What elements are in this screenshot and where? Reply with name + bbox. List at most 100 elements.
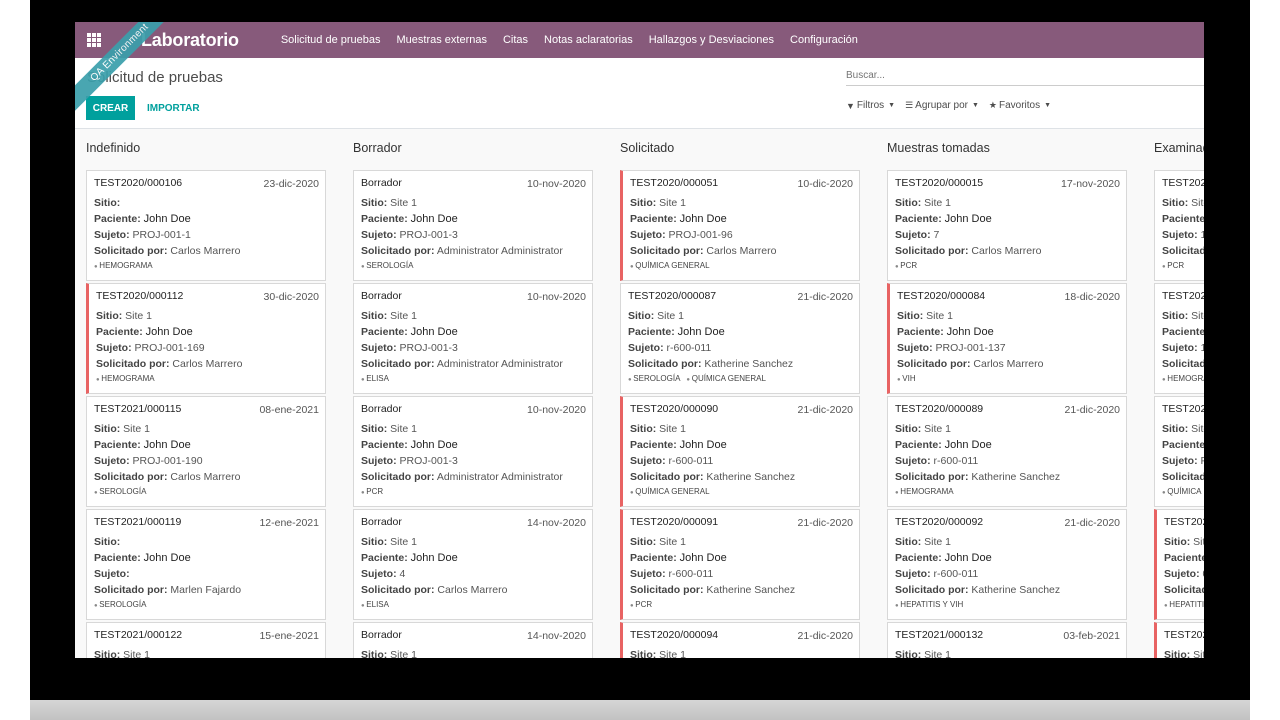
- field-label: Sitio:: [1162, 197, 1189, 209]
- card-tags: PCR: [361, 487, 389, 496]
- field-label: Paciente:: [630, 552, 677, 564]
- menu-item-solicitud-pruebas[interactable]: Solicitud de pruebas: [273, 34, 389, 46]
- card-reference: TEST2020/000094: [630, 629, 719, 641]
- search-input[interactable]: [846, 66, 1204, 86]
- kanban-card[interactable]: TEST2020/000024 Sitio: Site 1 Paciente: Jo…: [1154, 396, 1204, 507]
- kanban-card[interactable]: TEST2021/000132 03-feb-2021 Sitio: Site 1: [887, 622, 1127, 658]
- star-icon: ★: [988, 100, 997, 110]
- kanban-card[interactable]: TEST2020/000022 Sitio: Site 1 Paciente: Jo…: [1154, 283, 1204, 394]
- field-value: Administrator Administrator: [436, 358, 563, 370]
- card-field-requested-by: Solicitado por: Katherine Sanchez: [630, 584, 795, 596]
- field-value: 0: [1203, 568, 1204, 580]
- favorites-dropdown[interactable]: ★ Favoritos ▼: [989, 100, 1051, 111]
- field-label: Solicitado por:: [94, 245, 168, 257]
- kanban-card[interactable]: Borrador 14-nov-2020 Sitio: Site 1: [353, 622, 593, 658]
- app-brand[interactable]: Laboratorio: [141, 30, 239, 51]
- kanban-card[interactable]: TEST2020/000090 21-dic-2020 Sitio: Site 1 P…: [620, 396, 860, 507]
- kanban-card[interactable]: Borrador 10-nov-2020 Sitio: Site 1 Paciente…: [353, 396, 593, 507]
- field-label: Paciente:: [630, 213, 677, 225]
- card-reference: TEST2020/000106: [94, 177, 183, 189]
- filters-dropdown[interactable]: ▼ Filtros ▼: [846, 100, 895, 111]
- card-field-site: Sitio: Site 1: [630, 197, 686, 209]
- card-field-subject: Sujeto: PROJ-001-3: [361, 455, 458, 467]
- kanban-card[interactable]: TEST2020/000094 21-dic-2020 Sitio: Site 1: [620, 622, 860, 658]
- field-label: Solicitado por:: [895, 245, 969, 257]
- kanban-card[interactable]: Borrador 10-nov-2020 Sitio: Site 1 Paciente…: [353, 283, 593, 394]
- field-value: 7: [933, 229, 940, 241]
- field-label: Sujeto:: [361, 455, 397, 467]
- card-field-subject: Sujeto: 0: [1164, 568, 1204, 580]
- field-value: John Doe: [944, 439, 992, 451]
- field-value: John Doe: [679, 439, 727, 451]
- kanban-card[interactable]: TEST2020/000106 23-dic-2020 Sitio: Pacient…: [86, 170, 326, 281]
- field-value: r-600-011: [668, 568, 714, 580]
- app-window: Laboratorio Solicitud de pruebas Muestra…: [75, 22, 1204, 658]
- menu-item-configuracion[interactable]: Configuración: [782, 34, 866, 46]
- field-label: Sitio:: [897, 310, 924, 322]
- tag-badge: SEROLOGÍA: [94, 487, 146, 496]
- field-value: PROJ-001-190: [132, 455, 203, 467]
- field-label: Paciente:: [361, 552, 408, 564]
- field-value: Katherine Sanchez: [971, 584, 1061, 596]
- field-label: Sitio:: [895, 423, 922, 435]
- menu-item-notas-aclaratorias[interactable]: Notas aclaratorias: [536, 34, 641, 46]
- card-reference: TEST2021/000119: [94, 516, 182, 528]
- column-title[interactable]: Solicitado: [620, 141, 674, 155]
- field-label: Paciente:: [94, 213, 141, 225]
- card-field-requested-by: Solicitado por:: [1162, 358, 1204, 370]
- create-button[interactable]: CREAR: [86, 96, 135, 120]
- apps-grid-icon[interactable]: [87, 33, 101, 47]
- column-title[interactable]: Examinado: [1154, 141, 1204, 155]
- kanban-card[interactable]: TEST2020/000051 10-dic-2020 Sitio: Site 1 P…: [620, 170, 860, 281]
- field-label: Sitio:: [1164, 649, 1191, 658]
- field-value: Site 1: [1191, 423, 1204, 435]
- kanban-card[interactable]: TEST2021/000119 12-ene-2021 Sitio: Pacient…: [86, 509, 326, 620]
- field-label: Solicitado por:: [895, 584, 969, 596]
- column-title[interactable]: Indefinido: [86, 141, 140, 155]
- tag-badge: HEMOGRAMA: [94, 261, 152, 270]
- field-label: Sujeto:: [96, 342, 132, 354]
- kanban-card[interactable]: TEST2020/000028 Sitio: Site 1: [1154, 622, 1204, 658]
- field-label: Sitio:: [94, 197, 121, 209]
- card-field-patient: Paciente: John Doe: [897, 326, 994, 338]
- import-button[interactable]: IMPORTAR: [141, 96, 206, 120]
- card-field-subject: Sujeto: PROJ-001-169: [96, 342, 205, 354]
- field-label: Solicitado por:: [897, 358, 971, 370]
- kanban-card[interactable]: Borrador 10-nov-2020 Sitio: Site 1 Paciente…: [353, 170, 593, 281]
- kanban-card[interactable]: Borrador 14-nov-2020 Sitio: Site 1 Paciente…: [353, 509, 593, 620]
- kanban-card[interactable]: TEST2020/000026 Sitio: Site 1 Paciente: Jo…: [1154, 509, 1204, 620]
- card-field-subject: Sujeto: r-600-011: [895, 455, 978, 467]
- field-value: John Doe: [145, 326, 193, 338]
- field-value: Site 1: [1193, 536, 1204, 548]
- kanban-card[interactable]: TEST2020/000087 21-dic-2020 Sitio: Site 1 P…: [620, 283, 860, 394]
- card-reference: TEST2020/000028: [1164, 629, 1204, 641]
- field-value: Katherine Sanchez: [706, 471, 796, 483]
- kanban-card[interactable]: TEST2020/000089 21-dic-2020 Sitio: Site 1 P…: [887, 396, 1127, 507]
- field-value: r-600-011: [666, 342, 712, 354]
- kanban-card[interactable]: TEST2021/000115 08-ene-2021 Sitio: Site 1 P…: [86, 396, 326, 507]
- card-field-subject: Sujeto: 1: [1162, 342, 1204, 354]
- kanban-card[interactable]: TEST2020/000015 17-nov-2020 Sitio: Site 1 P…: [887, 170, 1127, 281]
- card-tags: PCR: [895, 261, 923, 270]
- kanban-card[interactable]: TEST2020/000084 18-dic-2020 Sitio: Site 1 P…: [887, 283, 1127, 394]
- field-value: Site 1: [390, 649, 418, 658]
- column-title[interactable]: Muestras tomadas: [887, 141, 990, 155]
- field-value: 1: [1200, 229, 1204, 241]
- card-field-requested-by: Solicitado por: Administrator Administra…: [361, 245, 563, 257]
- kanban-card[interactable]: TEST2021/000122 15-ene-2021 Sitio: Site 1: [86, 622, 326, 658]
- menu-item-hallazgos[interactable]: Hallazgos y Desviaciones: [641, 34, 782, 46]
- groupby-dropdown[interactable]: ☰ Agrupar por ▼: [905, 100, 979, 111]
- kanban-card[interactable]: TEST2020/000016 Sitio: Site 1 Paciente: Jo…: [1154, 170, 1204, 281]
- field-value: Site 1: [924, 649, 952, 658]
- field-value: Carlos Marrero: [973, 358, 1044, 370]
- field-value: r-600-011: [933, 568, 979, 580]
- kanban-card[interactable]: TEST2020/000092 21-dic-2020 Sitio: Site 1 P…: [887, 509, 1127, 620]
- column-title[interactable]: Borrador: [353, 141, 402, 155]
- field-label: Solicitado por:: [361, 584, 435, 596]
- menu-item-muestras-externas[interactable]: Muestras externas: [389, 34, 495, 46]
- field-label: Sujeto:: [94, 568, 130, 580]
- menu-item-citas[interactable]: Citas: [495, 34, 536, 46]
- kanban-card[interactable]: TEST2020/000112 30-dic-2020 Sitio: Site 1 P…: [86, 283, 326, 394]
- card-date: 14-nov-2020: [527, 630, 586, 642]
- kanban-card[interactable]: TEST2020/000091 21-dic-2020 Sitio: Site 1 P…: [620, 509, 860, 620]
